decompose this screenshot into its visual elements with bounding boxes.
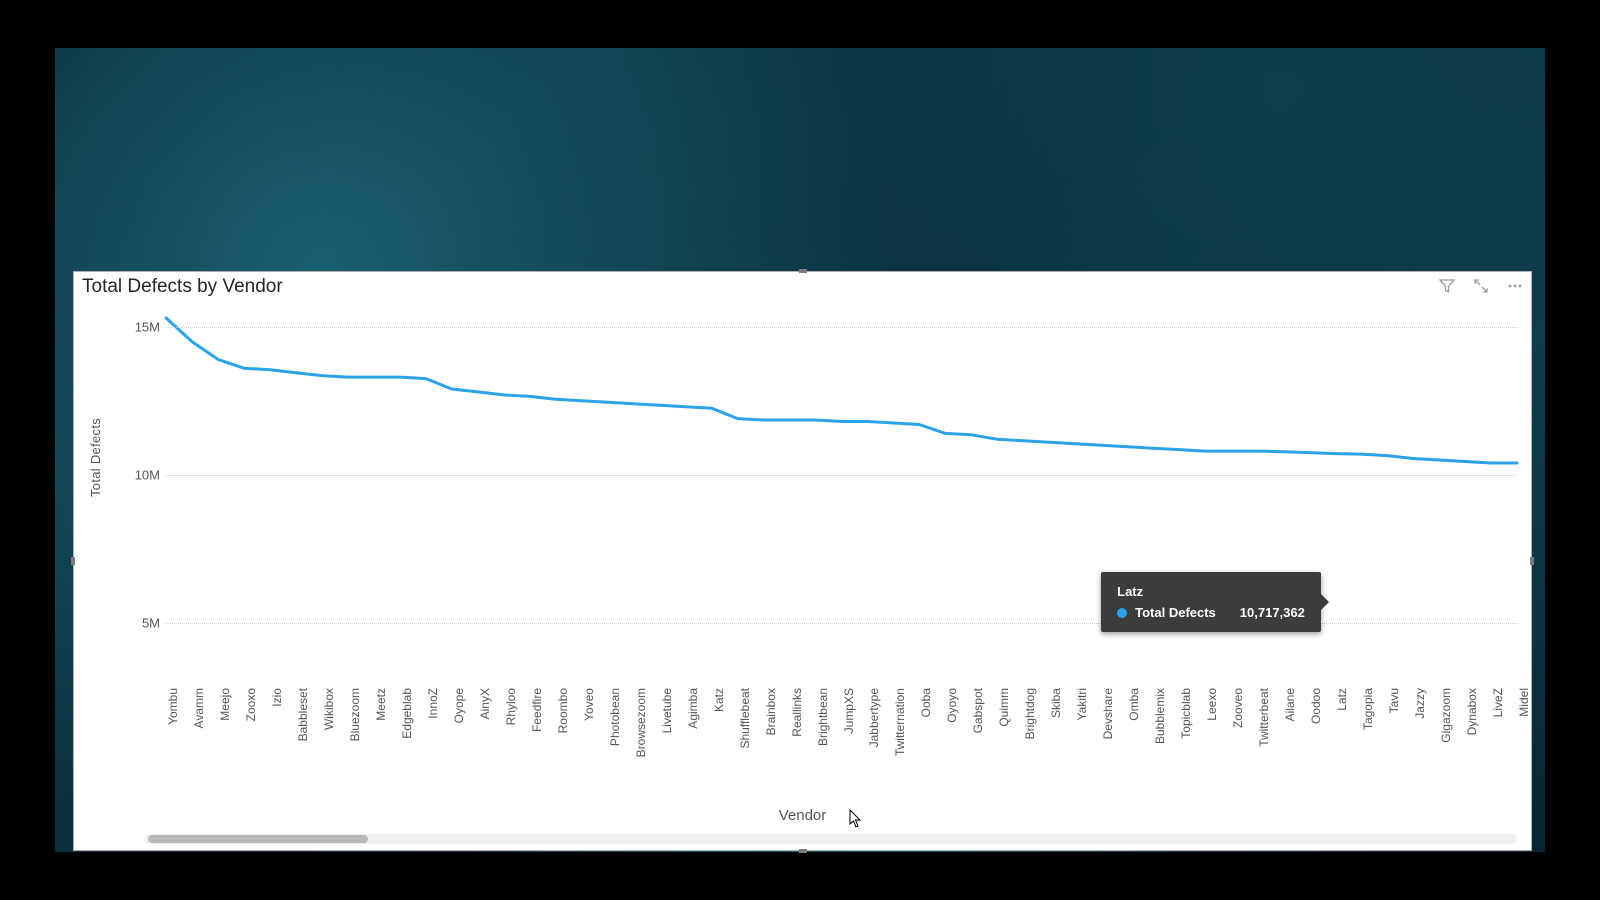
tooltip: Latz Total Defects 10,717,362 <box>1101 572 1321 632</box>
y-tick-label: 15M <box>135 319 160 334</box>
x-tick-label: Bubblemix <box>1153 688 1167 744</box>
x-tick-label: Meejo <box>218 688 232 721</box>
tooltip-swatch <box>1117 608 1127 618</box>
resize-handle[interactable] <box>799 269 807 273</box>
gridline <box>166 475 1517 476</box>
x-tick-label: Topicblab <box>1179 688 1193 739</box>
x-tick-label: Brightbean <box>816 688 830 746</box>
x-tick-label: Photobean <box>608 688 622 746</box>
x-tick-label: Gabspot <box>971 688 985 733</box>
x-tick-label: Quimm <box>997 688 1011 727</box>
x-tick-label: Twitternation <box>893 688 907 756</box>
focus-mode-icon[interactable] <box>1473 278 1489 294</box>
more-options-icon[interactable] <box>1507 278 1523 294</box>
resize-handle[interactable] <box>799 849 807 853</box>
x-tick-label: Wikibox <box>322 688 336 730</box>
x-tick-label: Bluezoom <box>348 688 362 741</box>
letterbox <box>0 852 1600 900</box>
gridline <box>166 327 1517 328</box>
x-tick-label: Yombu <box>166 688 180 725</box>
x-tick-label: Avamm <box>192 688 206 728</box>
x-tick-label: Meetz <box>374 688 388 721</box>
x-tick-label: Katz <box>712 688 726 712</box>
x-tick-label: Rhyloo <box>504 688 518 725</box>
x-tick-label: Oyoyo <box>945 688 959 723</box>
x-tick-label: Babbleset <box>296 688 310 741</box>
x-tick-label: Izio <box>270 688 284 707</box>
x-tick-label: LiveZ <box>1491 688 1505 717</box>
x-tick-label: Oyope <box>452 688 466 723</box>
x-tick-label: Latz <box>1335 688 1349 711</box>
resize-handle[interactable] <box>71 557 75 565</box>
x-tick-label: Tagopia <box>1361 688 1375 730</box>
x-tick-label: Midel <box>1517 688 1531 717</box>
x-tick-label: Zooveo <box>1231 688 1245 728</box>
x-tick-label: Feedfire <box>530 688 544 732</box>
x-tick-label: Leexo <box>1205 688 1219 721</box>
resize-handle[interactable] <box>1530 557 1534 565</box>
chart-visual[interactable]: Total Defects by Vendor Total Defects 5M… <box>73 271 1532 851</box>
x-tick-label: Yoveo <box>582 688 596 721</box>
y-axis-label: Total Defects <box>88 418 103 497</box>
x-axis-label: Vendor <box>74 807 1531 824</box>
filter-icon[interactable] <box>1439 278 1455 294</box>
x-tick-label: Agimba <box>686 688 700 729</box>
x-tick-label: Twitterbeat <box>1257 688 1271 747</box>
letterbox <box>0 0 55 900</box>
x-tick-label: Roombo <box>556 688 570 733</box>
x-tick-label: Gigazoom <box>1439 688 1453 743</box>
x-tick-label: Omba <box>1127 688 1141 721</box>
x-tick-label: Oodoo <box>1309 688 1323 724</box>
y-tick-label: 10M <box>135 467 160 482</box>
x-tick-label: Brightdog <box>1023 688 1037 739</box>
x-tick-label: Devshare <box>1101 688 1115 739</box>
x-tick-label: Edgeblab <box>400 688 414 739</box>
x-tick-label: Zooxo <box>244 688 258 721</box>
tooltip-title: Latz <box>1117 584 1305 599</box>
x-tick-label: Dynabox <box>1465 688 1479 735</box>
x-tick-label: Reallinks <box>790 688 804 737</box>
tooltip-value: 10,717,362 <box>1240 605 1305 620</box>
x-axis-ticks: Yombu Avamm Meejo Zooxo Izio Babbleset Wikibox… <box>166 688 1517 798</box>
visual-header <box>1439 278 1523 294</box>
x-tick-label: Jabbertype <box>867 688 881 747</box>
scrollbar-thumb[interactable] <box>148 835 368 843</box>
horizontal-scrollbar[interactable] <box>144 834 1517 844</box>
x-tick-label: Browsezoom <box>634 688 648 757</box>
x-tick-label: Ooba <box>919 688 933 717</box>
x-tick-label: Tavu <box>1387 688 1401 713</box>
tooltip-series-label: Total Defects <box>1135 605 1216 620</box>
x-tick-label: Brainbox <box>764 688 778 735</box>
x-tick-label: AinyX <box>478 688 492 719</box>
x-tick-label: Yakitri <box>1075 688 1089 720</box>
x-tick-label: InnoZ <box>426 688 440 719</box>
x-tick-label: JumpXS <box>842 688 856 733</box>
x-tick-label: Jazzy <box>1413 688 1427 719</box>
letterbox <box>1545 0 1600 900</box>
x-tick-label: Skiba <box>1049 688 1063 718</box>
x-tick-label: Shufflebeat <box>738 688 752 749</box>
x-tick-label: Ailane <box>1283 688 1297 721</box>
letterbox <box>0 0 1600 48</box>
chart-title: Total Defects by Vendor <box>82 276 283 298</box>
x-tick-label: Livetube <box>660 688 674 733</box>
y-tick-label: 5M <box>142 615 160 630</box>
